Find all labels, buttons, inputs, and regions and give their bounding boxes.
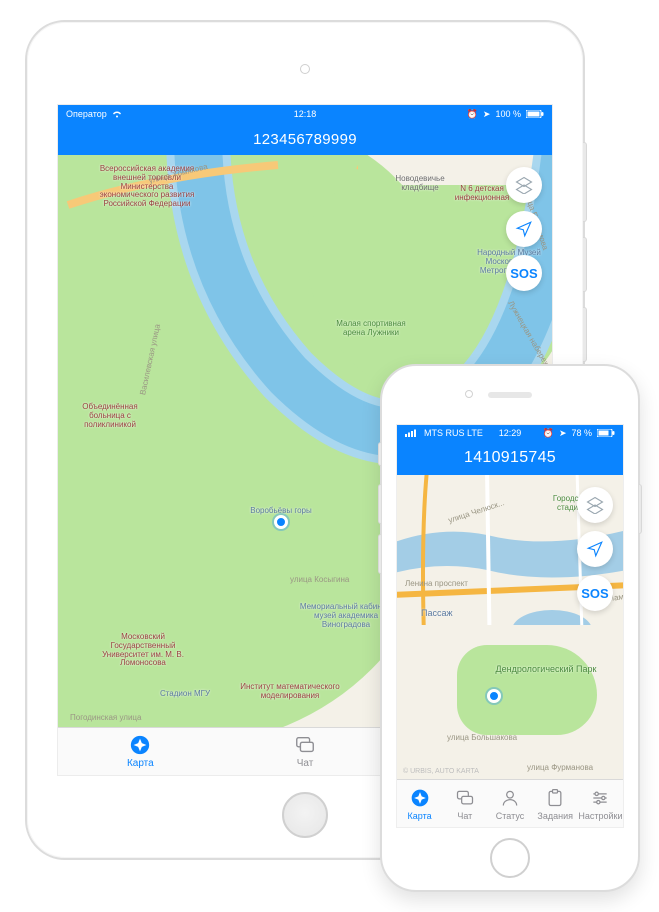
tab-status[interactable]: Статус	[487, 780, 532, 827]
phone-power-button	[639, 484, 642, 534]
locate-button[interactable]	[506, 211, 542, 247]
phone-status-bar: MTS RUS LTE 12:29 ⏰ ➤ 78 %	[397, 425, 623, 441]
tab-label: Статус	[496, 811, 524, 821]
alarm-icon: ⏰	[467, 109, 478, 120]
locate-button[interactable]	[577, 531, 613, 567]
tab-label: Чат	[457, 811, 472, 821]
tablet-volume-down	[583, 307, 587, 362]
signal-icon	[405, 429, 419, 437]
location-icon: ➤	[559, 428, 567, 439]
tablet-home-button[interactable]	[282, 792, 328, 838]
battery-icon	[526, 110, 544, 118]
layers-icon	[586, 496, 604, 514]
sos-button[interactable]: SOS	[506, 255, 542, 291]
layers-icon	[515, 176, 533, 194]
phone-volume-up	[378, 484, 381, 524]
tab-chat[interactable]: Чат	[223, 728, 388, 775]
phone-device-frame: MTS RUS LTE 12:29 ⏰ ➤ 78 % 1410915745	[380, 364, 640, 892]
compass-icon	[409, 787, 431, 809]
user-icon	[499, 787, 521, 809]
phone-volume-down	[378, 534, 381, 574]
status-time: 12:29	[499, 428, 522, 438]
phone-mute-switch	[378, 442, 381, 466]
tablet-title: 123456789999	[253, 131, 357, 148]
phone-park-area	[457, 645, 597, 735]
tab-settings[interactable]: Настройки	[578, 780, 623, 827]
roads	[58, 155, 358, 305]
alarm-icon: ⏰	[543, 428, 554, 439]
battery-label: 78 %	[571, 428, 592, 438]
phone-screen: MTS RUS LTE 12:29 ⏰ ➤ 78 % 1410915745	[396, 424, 624, 828]
phone-camera	[465, 390, 473, 398]
locate-icon	[586, 540, 604, 558]
tab-chat[interactable]: Чат	[442, 780, 487, 827]
phone-home-button[interactable]	[490, 838, 530, 878]
sos-label: SOS	[581, 586, 608, 601]
tab-label: Настройки	[578, 811, 622, 821]
tab-tasks[interactable]: Задания	[533, 780, 578, 827]
phone-speaker	[488, 392, 532, 398]
tab-label: Задания	[537, 811, 573, 821]
phone-tabbar: Карта Чат Статус Задания	[397, 779, 623, 827]
status-time: 12:18	[294, 109, 317, 119]
tab-label: Чат	[297, 758, 314, 769]
battery-icon	[597, 429, 615, 437]
settings-icon	[589, 787, 611, 809]
layers-button[interactable]	[577, 487, 613, 523]
chat-icon	[454, 787, 476, 809]
tab-label: Карта	[408, 811, 432, 821]
tablet-camera	[300, 64, 310, 74]
current-location-dot	[274, 515, 288, 529]
current-location-dot	[487, 689, 501, 703]
tablet-power-button	[583, 142, 587, 222]
battery-label: 100 %	[495, 109, 521, 119]
sos-label: SOS	[510, 266, 537, 281]
compass-icon	[129, 734, 151, 756]
carrier-label: Оператор	[66, 109, 107, 119]
location-icon: ➤	[483, 109, 491, 120]
layers-button[interactable]	[506, 167, 542, 203]
tablet-status-bar: Оператор 12:18 ⏰ ➤ 100 %	[58, 105, 552, 123]
phone-title: 1410915745	[464, 449, 556, 467]
tab-label: Карта	[127, 758, 154, 769]
phone-title-bar: 1410915745	[397, 441, 623, 475]
locate-icon	[515, 220, 533, 238]
tablet-title-bar: 123456789999	[58, 123, 552, 155]
tab-map[interactable]: Карта	[58, 728, 223, 775]
sos-button[interactable]: SOS	[577, 575, 613, 611]
phone-map[interactable]: Дендрологический Парк Пассаж Городской с…	[397, 475, 623, 779]
tasks-icon	[544, 787, 566, 809]
carrier-label: MTS RUS LTE	[424, 428, 483, 438]
tablet-volume-up	[583, 237, 587, 292]
wifi-icon	[112, 110, 122, 118]
chat-icon	[294, 734, 316, 756]
tab-map[interactable]: Карта	[397, 780, 442, 827]
